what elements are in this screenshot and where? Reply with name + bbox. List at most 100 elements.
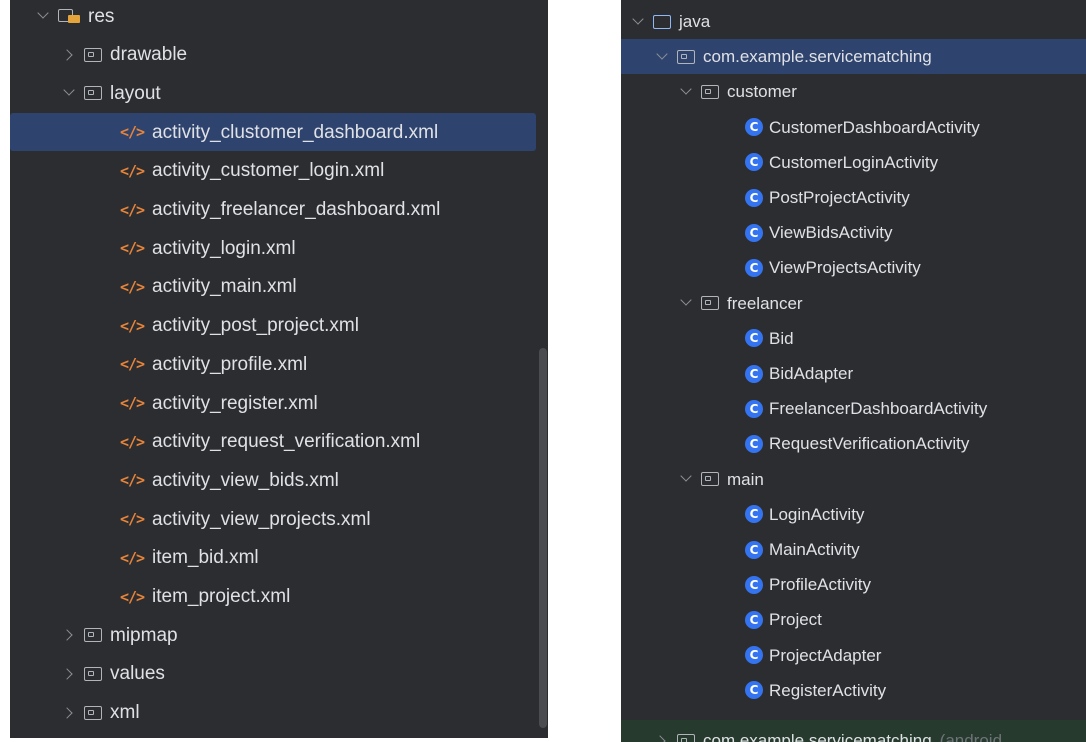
layout-file-item-label: item_project.xml [152, 586, 291, 607]
layout-file-item[interactable]: </> activity_profile.xml [10, 345, 548, 383]
class-item[interactable]: C ProfileActivity [621, 567, 1086, 602]
tree-item-layout[interactable]: layout [10, 74, 548, 112]
chevron-down-icon[interactable] [629, 13, 647, 31]
layout-file-item[interactable]: </> activity_freelancer_dashboard.xml [10, 191, 548, 229]
class-icon: C [745, 329, 763, 348]
chevron-down-icon[interactable] [677, 470, 695, 488]
class-item[interactable]: C LoginActivity [621, 497, 1086, 532]
tree-item-java[interactable]: java [621, 4, 1086, 39]
class-item[interactable]: C MainActivity [621, 532, 1086, 567]
class-item[interactable]: C Bid [621, 321, 1086, 356]
class-item[interactable]: C ViewBidsActivity [621, 215, 1086, 250]
layout-file-item-label: activity_view_bids.xml [152, 469, 339, 491]
layout-file-item[interactable]: </> activity_clustomer_dashboard.xml [10, 113, 536, 152]
class-icon: C [745, 505, 763, 524]
tree-item-values-label: values [110, 663, 165, 685]
layout-file-item[interactable]: </> activity_post_project.xml [10, 307, 548, 345]
class-item[interactable]: C Project [621, 602, 1086, 637]
class-item-label: Project [769, 610, 822, 630]
class-item[interactable]: C ProjectAdapter [621, 638, 1086, 673]
layout-file-item[interactable]: </> item_bid.xml [10, 539, 548, 577]
layout-file-item-label: item_bid.xml [152, 547, 259, 569]
folder-icon [84, 666, 102, 681]
package-icon [701, 84, 719, 99]
chevron-right-icon[interactable] [60, 46, 78, 64]
class-item-label: ProfileActivity [769, 575, 872, 595]
layout-file-item-label: activity_view_projects.xml [152, 508, 371, 530]
layout-file-item[interactable]: </> item_project.xml [10, 578, 548, 616]
tree-item-java-label: java [679, 12, 711, 31]
chevron-right-icon[interactable] [653, 732, 671, 742]
layout-file-item[interactable]: </> activity_view_bids.xml [10, 461, 548, 499]
chevron-right-icon[interactable] [60, 704, 78, 722]
layout-file-item-label: activity_request_verification.xml [152, 431, 421, 453]
tree-item-drawable-label: drawable [110, 44, 188, 66]
class-icon: C [745, 681, 763, 700]
class-item-label: RequestVerificationActivity [769, 434, 970, 454]
tree-item-res-label: res [88, 5, 115, 27]
class-item[interactable]: C CustomerDashboardActivity [621, 110, 1086, 145]
class-item[interactable]: C ViewProjectsActivity [621, 250, 1086, 285]
tree-item-xml[interactable]: xml [10, 694, 548, 732]
layout-file-item-label: activity_profile.xml [152, 353, 308, 375]
class-item[interactable]: C BidAdapter [621, 356, 1086, 391]
layout-file-item-label: activity_customer_login.xml [152, 160, 385, 182]
class-icon: C [745, 646, 763, 665]
layout-file-item[interactable]: </> activity_login.xml [10, 229, 548, 267]
tree-item-values[interactable]: values [10, 655, 548, 693]
class-item-label: CustomerLoginActivity [769, 152, 939, 172]
tree-item-res[interactable]: res [10, 0, 548, 35]
xml-file-icon: </> [120, 161, 145, 180]
layout-file-item[interactable]: </> activity_main.xml [10, 268, 548, 306]
class-item[interactable]: C PostProjectActivity [621, 180, 1086, 215]
class-item[interactable]: C RequestVerificationActivity [621, 426, 1086, 461]
right-project-tree: java com.example.servicematching customer C… [621, 0, 1086, 742]
tree-item-mipmap-label: mipmap [110, 624, 178, 646]
layout-file-item-label: activity_main.xml [152, 276, 297, 298]
folder-icon [84, 86, 102, 101]
class-icon: C [745, 434, 763, 453]
tree-item-package-test-suffix: (android [939, 731, 1003, 742]
tree-item-package-test[interactable]: com.example.servicematching (android [621, 723, 1086, 742]
resource-folder-icon [58, 7, 82, 25]
chevron-right-icon[interactable] [60, 626, 78, 644]
left-project-tree: res drawable layout </> activity_clustomer_d… [10, 0, 548, 738]
chevron-down-icon[interactable] [653, 48, 671, 66]
class-item[interactable]: C RegisterActivity [621, 673, 1086, 708]
package-icon [677, 733, 695, 742]
chevron-right-icon[interactable] [60, 665, 78, 683]
tree-item-package[interactable]: com.example.servicematching [621, 39, 1086, 75]
tree-item-freelancer-label: freelancer [727, 293, 803, 313]
layout-file-item[interactable]: </> activity_request_verification.xml [10, 423, 548, 461]
class-icon: C [745, 153, 763, 172]
folder-icon [84, 705, 102, 720]
layout-file-item[interactable]: </> activity_customer_login.xml [10, 152, 548, 190]
class-item[interactable]: C FreelancerDashboardActivity [621, 391, 1086, 426]
chevron-down-icon[interactable] [677, 294, 695, 312]
tree-item-drawable[interactable]: drawable [10, 36, 548, 74]
chevron-down-icon[interactable] [677, 83, 695, 101]
xml-file-icon: </> [120, 432, 145, 451]
tree-item-customer[interactable]: customer [621, 74, 1086, 109]
class-icon: C [745, 118, 763, 137]
tree-item-freelancer[interactable]: freelancer [621, 286, 1086, 321]
class-item-label: LoginActivity [769, 504, 865, 524]
xml-file-icon: </> [120, 548, 145, 567]
xml-file-icon: </> [120, 471, 145, 490]
source-folder-icon [653, 14, 671, 29]
layout-file-item-label: activity_clustomer_dashboard.xml [152, 121, 439, 143]
tree-item-mipmap[interactable]: mipmap [10, 616, 548, 654]
class-icon: C [745, 540, 763, 559]
layout-file-item[interactable]: </> activity_register.xml [10, 384, 548, 422]
chevron-down-icon[interactable] [34, 7, 52, 25]
tree-item-layout-label: layout [110, 82, 161, 104]
layout-file-item-label: activity_register.xml [152, 392, 318, 414]
class-icon: C [745, 364, 763, 383]
tree-item-main[interactable]: main [621, 462, 1086, 497]
chevron-down-icon[interactable] [60, 84, 78, 102]
class-item[interactable]: C CustomerLoginActivity [621, 145, 1086, 180]
tree-item-package-label: com.example.servicematching [703, 47, 932, 67]
layout-file-item[interactable]: </> activity_view_projects.xml [10, 500, 548, 538]
class-item-label: PostProjectActivity [769, 188, 910, 207]
class-item-label: Bid [769, 328, 794, 348]
